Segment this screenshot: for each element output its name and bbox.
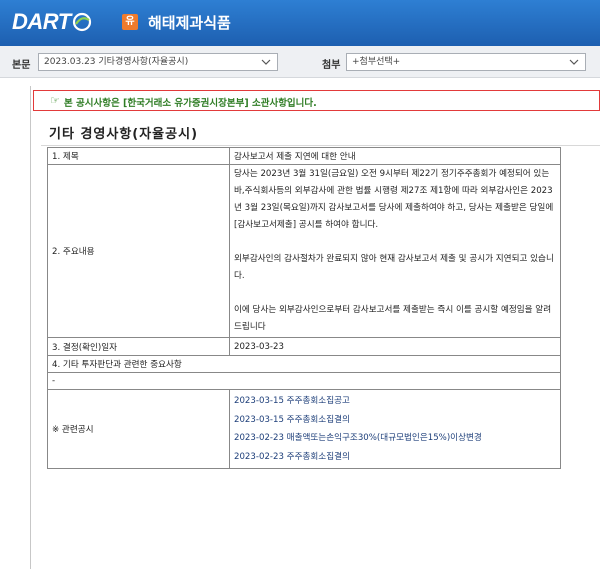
toolbar: 본문 2023.03.23 기타경영사항(자율공시) 첨부 +첨부선택+	[0, 46, 600, 78]
disclosure-table: 1. 제목 감사보고서 제출 지연에 대한 안내 2. 주요내용 당사는 202…	[47, 147, 561, 469]
chevron-down-icon	[261, 59, 271, 65]
row-label: 3. 결정(확인)일자	[47, 337, 230, 356]
related-disclosure-link[interactable]: 2023-03-15 주주총회소집공고	[234, 392, 556, 411]
chevron-down-icon	[569, 59, 579, 65]
report-select[interactable]: 2023.03.23 기타경영사항(자율공시)	[38, 53, 278, 71]
row-label: 1. 제목	[47, 147, 230, 165]
attach-select[interactable]: +첨부선택+	[346, 53, 586, 71]
notice-banner: ☞ 본 공시사항은 [한국거래소 유가증권시장본부] 소관사항입니다.	[33, 90, 600, 111]
table-row: 3. 결정(확인)일자 2023-03-23	[47, 337, 561, 356]
table-row: ※ 관련공시 2023-03-15 주주총회소집공고 2023-03-15 주주…	[47, 389, 561, 469]
row-label: ※ 관련공시	[47, 389, 230, 469]
content-paragraph: 이에 당사는 외부감사인으로부터 감사보고서를 제출받는 즉시 이를 공시할 예…	[234, 305, 552, 332]
row-label: 2. 주요내용	[47, 164, 230, 338]
pointing-hand-icon: ☞	[50, 94, 60, 107]
report-select-value: 2023.03.23 기타경영사항(자율공시)	[44, 57, 189, 67]
content-paragraph: 외부감사인의 감사절차가 완료되지 않아 현재 감사보고서 제출 및 공시가 지…	[234, 254, 554, 281]
table-row: 2. 주요내용 당사는 2023년 3월 31일(금요일) 오전 9시부터 제2…	[47, 164, 561, 338]
logo-swoosh-icon	[72, 12, 91, 32]
row-value: 2023-03-23	[229, 337, 561, 356]
title-divider	[41, 145, 600, 146]
related-disclosure-link[interactable]: 2023-03-15 주주총회소집결의	[234, 411, 556, 430]
attach-label: 첨부	[322, 60, 341, 71]
row-value: -	[47, 372, 561, 390]
company-name: 해태제과식품	[148, 14, 231, 32]
related-disclosure-link[interactable]: 2023-02-23 주주총회소집결의	[234, 448, 556, 467]
row-value: 당사는 2023년 3월 31일(금요일) 오전 9시부터 제22기 정기주주총…	[229, 164, 561, 338]
row-label: 4. 기타 투자판단과 관련한 중요사항	[47, 355, 561, 373]
attach-select-value: +첨부선택+	[352, 57, 401, 67]
company-type-badge: 유	[122, 14, 138, 30]
dart-logo[interactable]: DART	[12, 9, 92, 35]
document-viewer[interactable]: ☞ 본 공시사항은 [한국거래소 유가증권시장본부] 소관사항입니다. 기타 경…	[30, 86, 600, 569]
related-disclosure-link[interactable]: 2023-02-23 매출액또는손익구조30%(대규모법인은15%)이상변경	[234, 429, 556, 448]
table-row: 1. 제목 감사보고서 제출 지연에 대한 안내	[47, 147, 561, 165]
table-row: 4. 기타 투자판단과 관련한 중요사항	[47, 355, 561, 373]
content-paragraph: 당사는 2023년 3월 31일(금요일) 오전 9시부터 제22기 정기주주총…	[234, 169, 554, 230]
app-header: DART 유 해태제과식품	[0, 0, 600, 46]
related-disclosures: 2023-03-15 주주총회소집공고 2023-03-15 주주총회소집결의 …	[229, 389, 561, 469]
row-value: 감사보고서 제출 지연에 대한 안내	[229, 147, 561, 165]
table-row: -	[47, 372, 561, 390]
report-label: 본문	[12, 60, 31, 71]
notice-text: 본 공시사항은 [한국거래소 유가증권시장본부] 소관사항입니다.	[64, 98, 317, 109]
logo-text: DART	[12, 9, 71, 34]
document-title: 기타 경영사항(자율공시)	[49, 127, 199, 142]
